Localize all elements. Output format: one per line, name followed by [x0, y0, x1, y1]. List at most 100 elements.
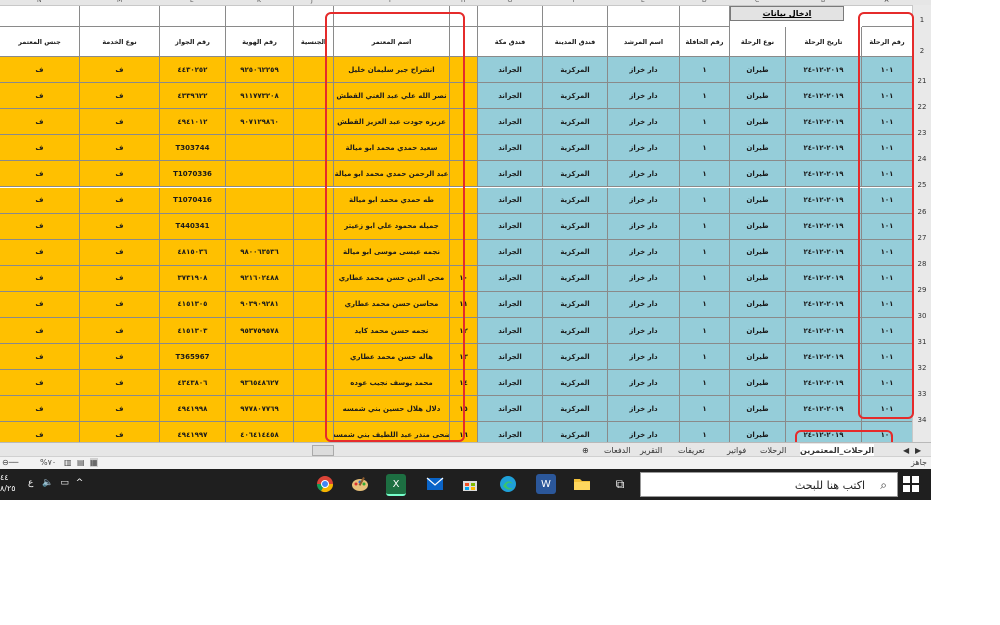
header-id[interactable]: رقم الهوية	[226, 27, 294, 57]
zoom-slider-icon[interactable]: ⊖──	[2, 458, 18, 467]
cell-date[interactable]: ٢٠١٩-١٢-٢٤	[786, 318, 862, 345]
cell-trip_no[interactable]: ١٠١	[862, 291, 913, 318]
blank-cell[interactable]	[478, 6, 543, 27]
cell-trip_no[interactable]: ١٠١	[862, 396, 913, 423]
cell-name[interactable]: طه حمدي محمد ابو ميالة	[334, 187, 450, 214]
cell-idx[interactable]: ١٥	[450, 396, 478, 423]
cell-service[interactable]: ف	[80, 291, 160, 318]
cell-trip_type[interactable]: طيران	[730, 396, 786, 423]
row-number[interactable]: 33	[913, 390, 931, 398]
cell-guide[interactable]: دار خراز	[608, 187, 680, 214]
edge-icon[interactable]	[498, 474, 518, 494]
header-name[interactable]: اسم المعتمر	[334, 27, 450, 57]
cell-id[interactable]: ٩١١٧٧٣٢٠٨	[226, 83, 294, 110]
cell-bus[interactable]: ١	[680, 213, 730, 240]
cell-guide[interactable]: دار خراز	[608, 239, 680, 266]
cell-name[interactable]: جميله محمود علي ابو زعيتر	[334, 213, 450, 240]
cell-bus[interactable]: ١	[680, 161, 730, 188]
cell-trip_no[interactable]: ١٠١	[862, 370, 913, 397]
cell-gender[interactable]: ف	[0, 344, 80, 371]
cell-service[interactable]: ف	[80, 213, 160, 240]
cell-id[interactable]: ٩٠٧١٢٩٨٦٠	[226, 109, 294, 136]
cell-makkah[interactable]: الجراند	[478, 213, 543, 240]
row-number[interactable]: 29	[913, 286, 931, 294]
cell-trip_no[interactable]: ١٠١	[862, 344, 913, 371]
cell-makkah[interactable]: الجراند	[478, 239, 543, 266]
cell-date[interactable]: ٢٠١٩-١٢-٢٤	[786, 344, 862, 371]
cell-passport[interactable]: ٣٧٣١٩٠٨	[160, 265, 226, 292]
cell-idx[interactable]	[450, 161, 478, 188]
cell-madinah[interactable]: المركزية	[543, 135, 608, 162]
cell-trip_no[interactable]: ١٠١	[862, 213, 913, 240]
chrome-icon[interactable]	[315, 474, 335, 494]
cell-makkah[interactable]: الجراند	[478, 57, 543, 84]
cell-service[interactable]: ف	[80, 161, 160, 188]
cell-trip_no[interactable]: ١٠١	[862, 109, 913, 136]
column-letter[interactable]: K	[257, 0, 261, 4]
cell-trip_type[interactable]: طيران	[730, 318, 786, 345]
cell-service[interactable]: ف	[80, 239, 160, 266]
cell-nat[interactable]	[294, 265, 334, 292]
data-entry-button[interactable]: ادخال بيانات	[730, 6, 844, 21]
cell-nat[interactable]	[294, 109, 334, 136]
cell-madinah[interactable]: المركزية	[543, 396, 608, 423]
excel-icon[interactable]: X	[386, 474, 406, 496]
cell-passport[interactable]: ٤٩٤١٠١٢	[160, 109, 226, 136]
cell-id[interactable]: ٩٢١٦٠٢٤٨٨	[226, 265, 294, 292]
cell-idx[interactable]	[450, 57, 478, 84]
cell-madinah[interactable]: المركزية	[543, 57, 608, 84]
header-makkah[interactable]: فندق مكة	[478, 27, 543, 57]
row-number[interactable]: 30	[913, 312, 931, 320]
tab-scroll-next-icon[interactable]: ▶	[915, 444, 921, 456]
row-number[interactable]: 21	[913, 77, 931, 85]
cell-nat[interactable]	[294, 161, 334, 188]
cell-madinah[interactable]: المركزية	[543, 291, 608, 318]
cell-idx[interactable]: ١٠	[450, 265, 478, 292]
system-clock[interactable]: ٤٤ ٨/٢٥	[0, 472, 16, 494]
header-gender[interactable]: جنس المعتمر	[0, 27, 80, 57]
cell-gender[interactable]: ف	[0, 239, 80, 266]
cell-trip_no[interactable]: ١٠١	[862, 187, 913, 214]
cell-makkah[interactable]: الجراند	[478, 396, 543, 423]
header-nat[interactable]: الجنسية	[294, 27, 334, 57]
cell-name[interactable]: محاسن حسن محمد عطاري	[334, 291, 450, 318]
cell-nat[interactable]	[294, 291, 334, 318]
cell-date[interactable]: ٢٠١٩-١٢-٢٤	[786, 57, 862, 84]
column-letter[interactable]: A	[885, 0, 889, 4]
cell-makkah[interactable]: الجراند	[478, 135, 543, 162]
cell-passport[interactable]: ٤١٥١٣٠٣	[160, 318, 226, 345]
page-layout-view-icon[interactable]: ▥	[64, 458, 72, 467]
cell-trip_type[interactable]: طيران	[730, 83, 786, 110]
cell-idx[interactable]	[450, 239, 478, 266]
cell-trip_no[interactable]: ١٠١	[862, 265, 913, 292]
header-idx[interactable]	[450, 27, 478, 57]
cell-makkah[interactable]: الجراند	[478, 83, 543, 110]
sheet-tab-invoices[interactable]: فواتير	[727, 444, 746, 456]
cell-date[interactable]: ٢٠١٩-١٢-٢٤	[786, 109, 862, 136]
column-letter[interactable]: J	[311, 0, 313, 4]
cell-id[interactable]: ٩٣٦٥٤٨٦٢٧	[226, 370, 294, 397]
cell-name[interactable]: هاله حسن محمد عطاري	[334, 344, 450, 371]
paint-icon[interactable]	[350, 474, 370, 494]
cell-gender[interactable]: ف	[0, 213, 80, 240]
blank-cell[interactable]	[680, 6, 730, 27]
network-icon[interactable]: ▭	[60, 478, 69, 488]
header-madinah[interactable]: فندق المدينة	[543, 27, 608, 57]
cell-madinah[interactable]: المركزية	[543, 318, 608, 345]
windows-start-icon[interactable]	[903, 476, 919, 492]
cell-nat[interactable]	[294, 344, 334, 371]
cell-nat[interactable]	[294, 57, 334, 84]
cell-service[interactable]: ف	[80, 318, 160, 345]
cell-idx[interactable]: ١٢	[450, 318, 478, 345]
blank-cell[interactable]	[294, 6, 334, 27]
column-letter[interactable]: F	[573, 0, 576, 4]
column-letter[interactable]: H	[461, 0, 466, 4]
cell-nat[interactable]	[294, 318, 334, 345]
column-letter[interactable]: C	[755, 0, 759, 4]
column-letter[interactable]: G	[508, 0, 513, 4]
cell-trip_type[interactable]: طيران	[730, 344, 786, 371]
cell-name[interactable]: دلال هلال حسين بني شمسه	[334, 396, 450, 423]
cell-trip_type[interactable]: طيران	[730, 239, 786, 266]
cell-passport[interactable]: T1070416	[160, 187, 226, 214]
cell-nat[interactable]	[294, 396, 334, 423]
